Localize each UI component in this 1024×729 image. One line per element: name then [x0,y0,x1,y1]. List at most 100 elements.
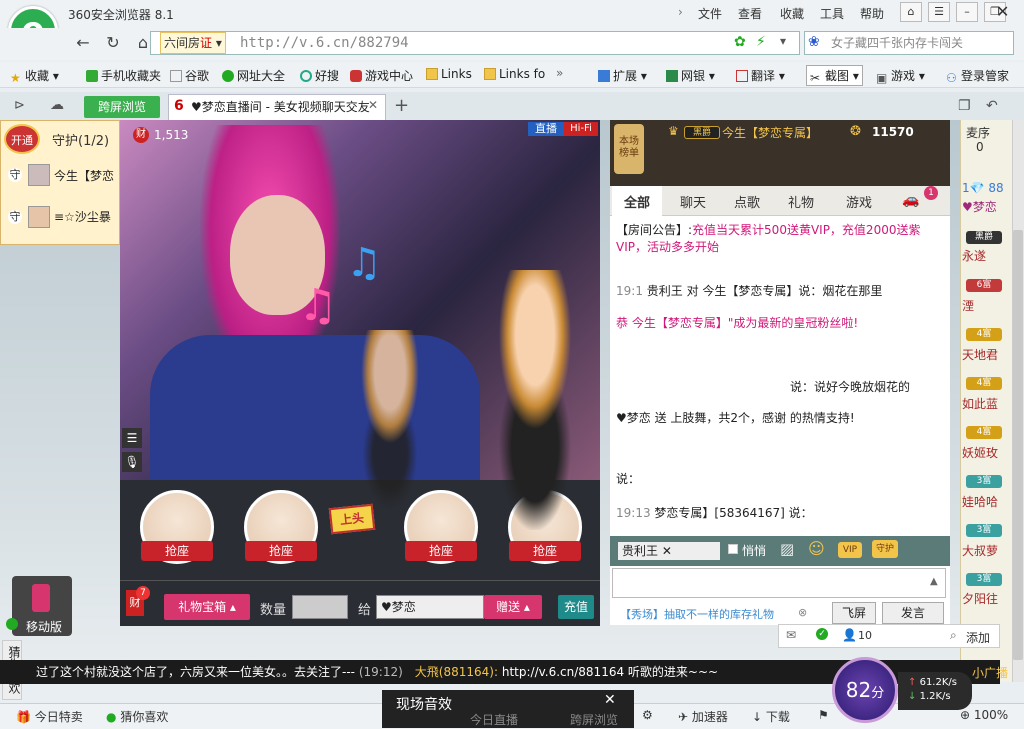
guard-icon[interactable]: 守护 [872,540,898,558]
today-special-button[interactable]: 🎁 今日特卖 [16,708,83,725]
ext-screenshot[interactable]: ✂ 截图 ▾ [806,65,863,86]
bookmark-haosou[interactable]: 好搜 [300,67,339,84]
tab-list-icon[interactable]: ❐ [958,98,971,114]
close-tab-icon[interactable]: ✕ [368,98,378,112]
menu-help[interactable]: 帮助 [860,5,884,22]
fly-screen-button[interactable]: 飞屏 [832,602,876,624]
recharge-button[interactable]: 充值 [558,595,594,619]
accelerator-button[interactable]: ✈ 加速器 [678,708,728,725]
rank-board-button[interactable]: 本场 榜单 [614,124,644,174]
gift-treasure-button[interactable]: 礼物宝箱 ▴ [164,594,250,620]
open-guard-badge[interactable]: 开通 [4,124,40,154]
speed-dial-icon[interactable]: ⚙ [642,708,653,722]
minimize-button[interactable]: – [956,2,978,22]
undo-close-icon[interactable]: ↶ [986,98,998,114]
menu-tools[interactable]: 工具 [820,5,844,22]
user-name[interactable]: 娃哈哈 [962,493,998,510]
tab-gifts[interactable]: 礼物 [788,192,814,211]
tab-chat[interactable]: 聊天 [680,192,706,211]
cloud-icon[interactable]: ☁ [50,97,64,113]
close-popup-icon[interactable]: ✕ [604,692,616,708]
flag-icon[interactable]: ⚑ [818,708,829,722]
tab-games[interactable]: 游戏 [846,192,872,211]
lightning-icon[interactable]: ⚡ [756,34,766,50]
microphone-icon[interactable]: 🎙 [122,452,142,472]
close-promo-icon[interactable]: ⊗ [798,606,807,619]
grab-seat-button[interactable]: 抢座 [509,541,581,561]
guard-name[interactable]: 今生【梦恋 [54,167,114,184]
refresh-icon[interactable]: ↻ [102,32,124,54]
bookmark-mobile[interactable]: 手机收藏夹 [86,67,161,84]
network-score-badge[interactable]: 82分 [832,657,898,723]
download-button[interactable]: ↓ 下载 [752,708,790,725]
url-text[interactable]: http://v.6.cn/882794 [240,35,409,51]
chevron-right-icon[interactable]: › [678,5,683,19]
grab-seat-button[interactable]: 抢座 [405,541,477,561]
user-name[interactable]: 大叔萝 [962,542,998,559]
quantity-stepper[interactable] [292,595,348,619]
ext-extensions[interactable]: 扩展 ▾ [598,67,647,84]
bookmark-links-fo[interactable]: Links fo [484,67,545,81]
emoji-icon[interactable]: ☺ [808,539,825,558]
avatar[interactable] [28,206,50,228]
quiet-checkbox[interactable] [728,544,738,554]
marquee-user[interactable]: 大飛(881164): [415,665,498,679]
menu-file[interactable]: 文件 [698,5,722,22]
check-icon[interactable]: ✓ [816,628,828,640]
security-icon[interactable]: ✿ [734,34,746,50]
top-fan-name[interactable]: 今生【梦恋专属】 [722,124,818,141]
chat-input[interactable] [612,568,946,598]
bookmark-favorites[interactable]: ★ 收藏 ▾ [10,67,59,85]
guess-like-button[interactable]: ● 猜你喜欢 [106,708,168,725]
menu-icon[interactable]: ☰ [122,428,142,448]
vip-icon[interactable]: VIP [838,542,862,558]
user-name[interactable]: 永遂 [962,247,986,264]
site-badge[interactable]: 六间房证 ▾ [160,32,226,54]
user-name[interactable]: ♥梦恋 [962,198,997,215]
grab-seat-button[interactable]: 抢座 [245,541,317,561]
grab-seat-button[interactable]: 抢座 [141,541,213,561]
user-name[interactable]: 妖姬玫 [962,444,998,461]
user-name[interactable]: 天地君 [962,346,998,363]
ext-bank[interactable]: 网银 ▾ [666,67,715,84]
chevron-down-icon[interactable]: ▾ [780,34,786,48]
ext-translate[interactable]: 翻译 ▾ [736,67,785,84]
user-name[interactable]: 如此蓝 [962,395,998,412]
car-icon[interactable]: 🚗 [902,192,919,208]
bookmark-games[interactable]: 游戏中心 [350,67,413,84]
bookmark-directory[interactable]: 网址大全 [222,67,285,84]
more-bookmarks-icon[interactable]: » [556,66,563,80]
send-gift-button[interactable]: 赠送 ▴ [484,595,542,619]
skin-icon[interactable]: ☰ [928,2,950,22]
expand-icon[interactable]: ▲ [930,576,938,587]
send-message-button[interactable]: 发言 [882,602,944,624]
broadcast-label[interactable]: 小广播 [972,664,1008,681]
image-icon[interactable]: ▨ [780,540,794,558]
promo-link[interactable]: 【秀场】抽取不一样的库存礼物 [620,606,774,622]
marquee-link[interactable]: http://v.6.cn/881164 听歌的进来~~~ [502,665,718,679]
gift-target-select[interactable]: ♥梦恋 [376,595,484,619]
user-name[interactable]: 88 [988,181,1003,195]
tab-split-browsing[interactable]: 跨屏浏览 [84,96,160,118]
sidebar-toggle-icon[interactable]: ⊳ [14,98,25,113]
search-input[interactable]: 女子藏四千张内存卡闯关 [804,31,1014,55]
avatar[interactable] [28,164,50,186]
user-name[interactable]: 湮 [962,297,974,314]
mail-icon[interactable]: ✉ [786,628,796,642]
ext-games[interactable]: ▣ 游戏 ▾ [876,67,925,85]
menu-view[interactable]: 查看 [738,5,762,22]
back-icon[interactable]: ← [72,32,94,54]
add-friend-button[interactable]: 添加 [966,629,990,646]
tab-songs[interactable]: 点歌 [734,192,760,211]
hidden-today-live[interactable]: 今日直播 [470,711,518,728]
bookmark-google[interactable]: 谷歌 [170,67,209,84]
chat-target-select[interactable]: 贵利王 ✕ [618,542,720,560]
user-name[interactable]: 夕阳往 [962,590,998,607]
close-window-button[interactable]: ✕ [996,2,1009,21]
tab-all[interactable]: 全部 [624,192,650,211]
pin-icon[interactable]: ⌂ [900,2,922,22]
menu-favorites[interactable]: 收藏 [780,5,804,22]
zoom-control[interactable]: ⊕ 100% [960,708,1008,722]
hidden-split-browse[interactable]: 跨屏浏览 [570,711,618,728]
guard-name[interactable]: ≡☆沙尘暴 [54,208,111,225]
